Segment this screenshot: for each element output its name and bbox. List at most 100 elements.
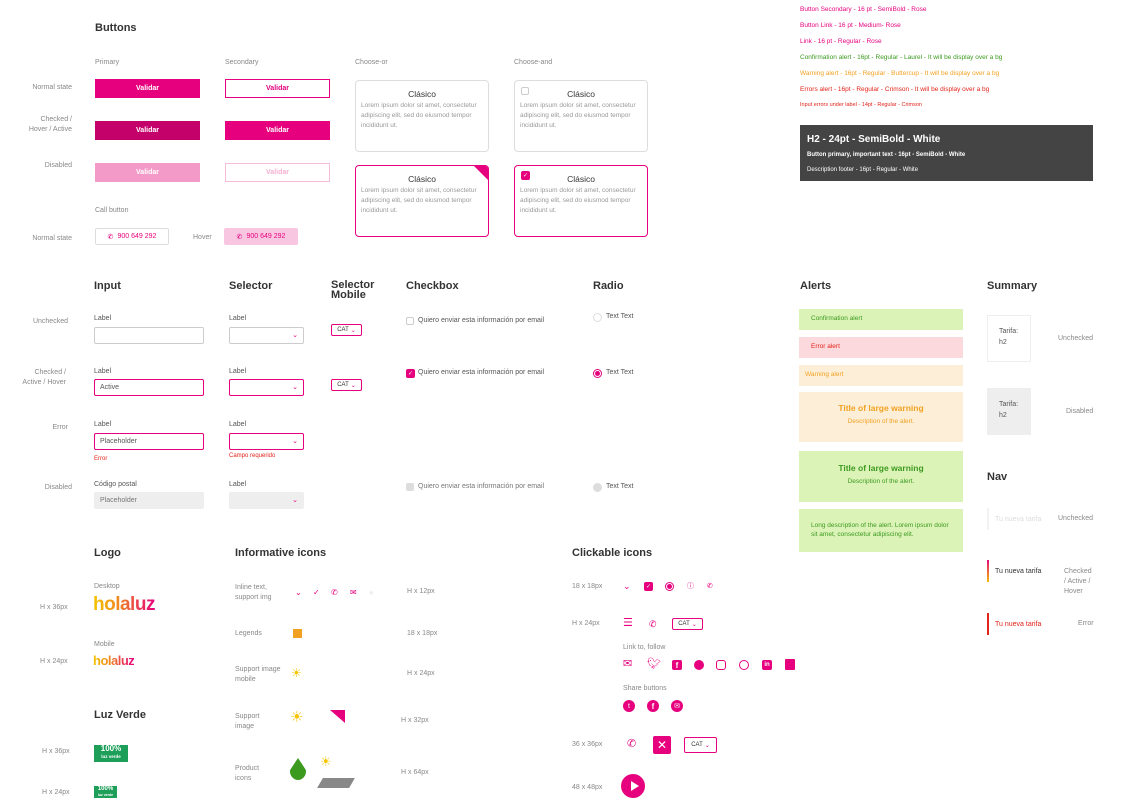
linkedin-icon[interactable]: in — [762, 660, 772, 670]
row-disabled: Disabled — [44, 484, 72, 491]
info-icon[interactable]: ⓘ — [687, 582, 694, 592]
luz-verde-size-24: H x 24px — [42, 789, 70, 796]
twitter-icon[interactable]: 🐦︎ — [647, 659, 661, 670]
text-input-active[interactable]: Active — [94, 379, 204, 396]
luz-verde-badge-small: 100% luz verde — [94, 786, 117, 798]
large-warning-desc: Description of the alert. — [847, 418, 915, 425]
chevron-down-icon: ⌄ — [350, 382, 356, 389]
large-warning-alert: Title of large warning Description of th… — [799, 392, 963, 442]
luz-verde-size-36: H x 36px — [42, 748, 70, 755]
selector-title: Selector — [229, 280, 273, 292]
summary-unchecked-label: Unchecked — [1058, 335, 1094, 342]
product-label: Product icons — [235, 765, 260, 782]
twitter-share-icon[interactable]: t — [623, 700, 635, 712]
checkbox-text: Quiero enviar esta información por email — [418, 317, 545, 324]
messenger-icon[interactable] — [694, 660, 704, 670]
large-confirm-desc: Description of the alert. — [847, 478, 915, 485]
input-label: Label — [94, 315, 112, 322]
primary-button-disabled: Validar — [95, 163, 200, 182]
checkbox-icon[interactable]: ✓ — [644, 582, 653, 591]
cat-selector[interactable]: CAT ⌄ — [331, 324, 362, 336]
menu-icon[interactable]: ☰ — [623, 618, 633, 629]
select-required-text: Campo requerido — [229, 453, 276, 459]
cat-text: CAT — [337, 327, 349, 333]
chevron-down-icon[interactable]: ⌄ — [623, 581, 631, 591]
sun-icon: ☀ — [320, 754, 332, 769]
phone-icon: ✆ — [236, 233, 243, 241]
col-choose-or-label: Choose-or — [355, 59, 388, 66]
tag-corner-icon — [330, 710, 345, 723]
select[interactable]: ⌄ — [229, 327, 304, 344]
input-label: Label — [94, 421, 112, 428]
cat-selector-large[interactable]: CAT ⌄ — [684, 737, 717, 753]
phone-icon[interactable]: ✆ — [649, 619, 657, 629]
play-icon[interactable] — [621, 774, 645, 798]
logo-desktop-label: Desktop — [94, 583, 120, 590]
mail-icon[interactable]: ✉ — [623, 659, 632, 670]
typo-line: Input errors under label - 14pt - Regula… — [800, 102, 922, 108]
secondary-button[interactable]: Validar — [225, 79, 330, 98]
chevron-down-icon: ⌄ — [292, 384, 298, 391]
copy-icon[interactable] — [785, 659, 795, 670]
choose-and-card[interactable]: Clásico Lorem ipsum dolor sit amet, cons… — [514, 80, 648, 152]
nav-item[interactable]: Tu nueva tarifa — [987, 508, 1062, 530]
postal-label: Código postal — [94, 481, 137, 488]
card-desc: Lorem ipsum dolor sit amet, consectetur … — [361, 102, 477, 129]
radio-icon[interactable] — [665, 582, 674, 591]
call-button[interactable]: ✆ 900 649 292 — [95, 228, 169, 245]
text-input-error[interactable]: Placeholder — [94, 433, 204, 450]
facebook-share-icon[interactable]: f — [647, 700, 659, 712]
radio-checked[interactable] — [593, 369, 602, 378]
inline-label: Inline text, support img — [235, 584, 272, 601]
footer-primary: Button primary, important text - 16pt - … — [807, 152, 966, 158]
checked-checkbox-icon[interactable]: ✓ — [521, 171, 530, 180]
radio[interactable] — [593, 313, 602, 322]
summary-disabled-label: Disabled — [1066, 408, 1094, 415]
typo-line: Warning alert - 16pt - Regular - Butterc… — [800, 70, 1000, 77]
choose-and-card-selected[interactable]: ✓ Clásico Lorem ipsum dolor sit amet, co… — [514, 165, 648, 237]
card-title: Clásico — [408, 174, 436, 184]
footer-h2: H2 - 24pt - SemiBold - White — [807, 134, 941, 145]
phone-number: 900 649 292 — [117, 233, 157, 240]
whatsapp-icon[interactable] — [739, 660, 749, 670]
typo-line: Errors alert - 16pt - Regular - Crimson … — [800, 86, 990, 93]
primary-button-hover[interactable]: Validar — [95, 121, 200, 140]
checkbox-checked-icon[interactable]: ✓ — [406, 369, 415, 378]
card-checkbox[interactable] — [521, 87, 529, 95]
choose-or-card[interactable]: Clásico Lorem ipsum dolor sit amet, cons… — [355, 80, 489, 152]
cat-selector-active[interactable]: CAT ⌄ — [331, 379, 362, 391]
close-icon[interactable]: ✕ — [653, 736, 671, 754]
checkbox-disabled — [406, 483, 414, 491]
mail-share-icon[interactable]: ✉ — [671, 700, 683, 712]
select-disabled: ⌄ — [229, 492, 304, 509]
col-secondary-label: Secondary — [225, 59, 259, 66]
summary-card-disabled: Tarifa: h2 — [987, 388, 1031, 435]
typography-list: Button Secondary - 16 pt - SemiBold - Ro… — [800, 6, 1002, 118]
phone-icon[interactable]: ✆ — [707, 582, 713, 592]
card-desc: Lorem ipsum dolor sit amet, consectetur … — [520, 102, 636, 129]
select-error[interactable]: ⌄ — [229, 433, 304, 450]
check-icon: ✓ — [313, 588, 320, 597]
summary-title: Summary — [987, 280, 1038, 292]
select-active[interactable]: ⌄ — [229, 379, 304, 396]
size-24-label: H x 24px — [572, 620, 600, 627]
call-hover-label: Hover — [193, 234, 212, 241]
facebook-icon[interactable]: f — [672, 660, 682, 670]
text-input[interactable] — [94, 327, 204, 344]
call-button-hover[interactable]: ✆ 900 649 292 — [224, 228, 298, 245]
secondary-button-hover[interactable]: Validar — [225, 121, 330, 140]
phone-icon[interactable]: ✆ — [627, 739, 636, 750]
nav-item-active[interactable]: Tu nueva tarifa — [987, 560, 1062, 582]
choose-or-card-selected[interactable]: Clásico Lorem ipsum dolor sit amet, cons… — [355, 165, 489, 237]
radio-text: Text Text — [606, 483, 634, 490]
summary-label: Tarifa: — [999, 401, 1019, 408]
nav-item-error[interactable]: Tu nueva tarifa — [987, 613, 1062, 635]
summary-card[interactable]: Tarifa: h2 — [987, 315, 1031, 362]
cat-selector[interactable]: CAT ⌄ — [672, 618, 703, 630]
bulb-icon: ☀ — [290, 709, 304, 726]
instagram-icon[interactable] — [716, 660, 726, 670]
checkbox[interactable] — [406, 317, 414, 325]
selected-corner-icon — [474, 166, 488, 180]
size-18-label: 18 x 18px — [407, 630, 438, 637]
primary-button[interactable]: Validar — [95, 79, 200, 98]
